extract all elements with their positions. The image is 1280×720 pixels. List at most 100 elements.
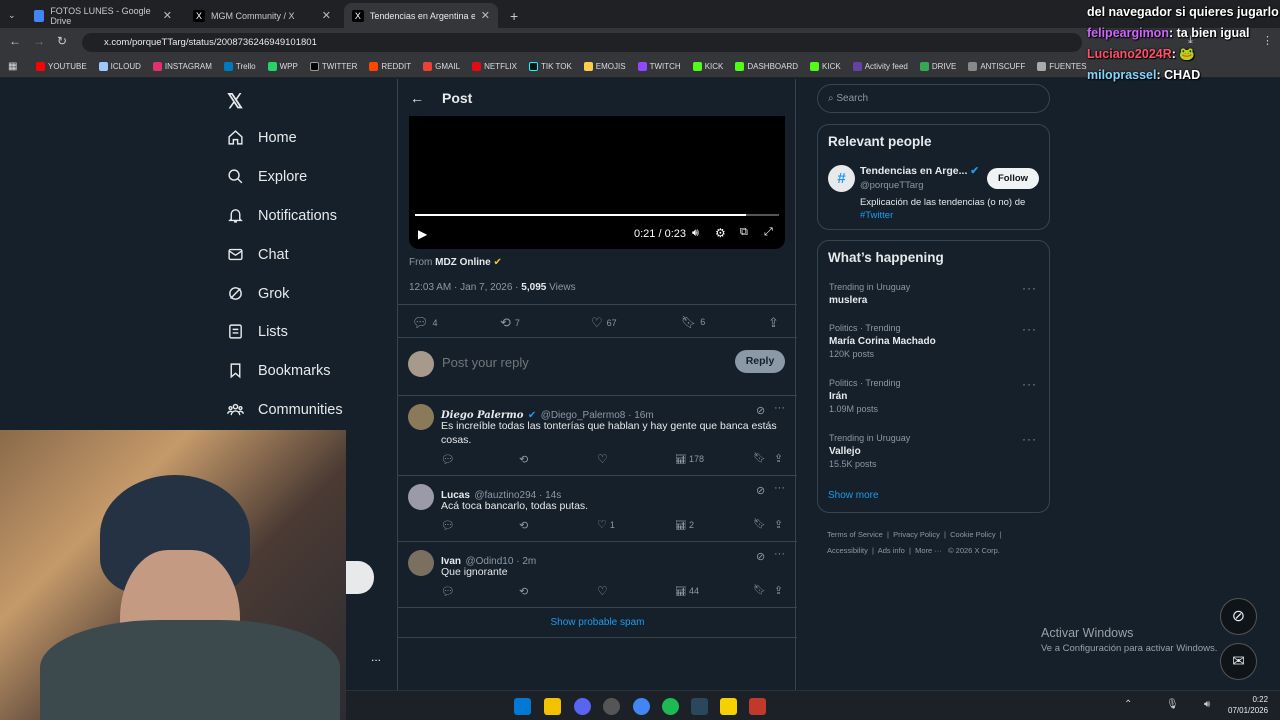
back-arrow-icon[interactable]: ← bbox=[410, 90, 424, 106]
trend-item[interactable]: Trending in Uruguay muslera bbox=[829, 281, 910, 307]
views-stat[interactable]: 📊︎ 178 bbox=[675, 454, 704, 465]
repost-icon[interactable]: ⟲ bbox=[519, 585, 528, 598]
sidebar-item-grok[interactable]: Grok bbox=[227, 285, 289, 302]
account-more-icon[interactable]: ... bbox=[371, 650, 381, 664]
more-icon[interactable]: ··· bbox=[774, 482, 785, 494]
chrome-icon[interactable] bbox=[633, 698, 650, 715]
views-stat[interactable]: 📊︎ 2 bbox=[675, 520, 694, 531]
reply-icon[interactable]: 💬︎ bbox=[441, 585, 455, 598]
bookmark-antiscuff[interactable]: ANTISCUFF bbox=[968, 62, 1025, 71]
trend-item[interactable]: Politics · Trending Irán 1.09M posts bbox=[829, 377, 901, 416]
hashtag-link[interactable]: #Twitter bbox=[860, 210, 893, 221]
search-input[interactable]: ⌕ Search bbox=[817, 84, 1050, 113]
sidebar-item-notifications[interactable]: Notifications bbox=[227, 207, 337, 224]
follow-button[interactable]: Follow bbox=[987, 168, 1039, 189]
start-icon[interactable] bbox=[514, 698, 531, 715]
more-icon[interactable]: ··· bbox=[1022, 281, 1037, 295]
grok-icon[interactable]: ⊘ bbox=[756, 404, 765, 417]
bookmark-reddit[interactable]: REDDIT bbox=[369, 62, 411, 71]
footer-link[interactable]: More ··· bbox=[915, 546, 942, 555]
reply-item[interactable]: Diego Palermo ✔ @Diego_Palermo8 · 16m ⊘ … bbox=[398, 395, 797, 475]
bookmark-icloud[interactable]: ICLOUD bbox=[98, 62, 141, 71]
tab-tendencias[interactable]: X Tendencias en Argentina en X:✕ bbox=[344, 3, 498, 28]
steam-icon[interactable] bbox=[691, 698, 708, 715]
reply-button[interactable]: Reply bbox=[735, 350, 785, 373]
reply-item[interactable]: Ivan @Odind10 · 2m ⊘ ··· Que ignorante 💬… bbox=[398, 541, 797, 607]
new-tab-button[interactable]: + bbox=[502, 3, 522, 28]
bookmark-twitter[interactable]: TWITTER bbox=[309, 62, 357, 71]
bookmark-tiktok[interactable]: TIK TOK bbox=[528, 62, 572, 71]
more-icon[interactable]: ··· bbox=[1022, 377, 1037, 391]
bookmark-fuentes[interactable]: FUENTES bbox=[1037, 62, 1087, 71]
grok-fab[interactable]: ⊘ bbox=[1220, 598, 1257, 635]
close-tab-icon[interactable]: ✕ bbox=[481, 9, 490, 22]
more-icon[interactable]: ··· bbox=[1022, 432, 1037, 446]
bookmark-icon[interactable]: 🔖︎ bbox=[753, 519, 766, 530]
close-tab-icon[interactable]: ✕ bbox=[322, 9, 331, 22]
sidebar-item-communities[interactable]: Communities bbox=[227, 401, 343, 418]
footer-link[interactable]: Cookie Policy bbox=[950, 530, 995, 539]
discord-icon[interactable] bbox=[574, 698, 591, 715]
volume-icon[interactable]: 🔊︎ bbox=[1204, 699, 1210, 710]
share-icon[interactable]: ⇪ bbox=[774, 584, 783, 597]
footer-link[interactable]: Ads info bbox=[878, 546, 905, 555]
share-icon[interactable]: ⇪ bbox=[774, 518, 783, 531]
repost-action[interactable]: ⟲ 7 bbox=[500, 315, 520, 331]
more-icon[interactable]: ··· bbox=[774, 402, 785, 414]
bookmark-trello[interactable]: Trello bbox=[223, 62, 256, 71]
grok-icon[interactable]: ⊘ bbox=[756, 484, 765, 497]
bookmark-instagram[interactable]: INSTAGRAM bbox=[152, 62, 212, 71]
forward-icon[interactable]: → bbox=[33, 34, 45, 48]
share-action[interactable]: ⇪ bbox=[768, 315, 779, 331]
reply-input[interactable]: Post your reply bbox=[442, 355, 529, 370]
profile-name[interactable]: Tendencias en Arge... ✔ bbox=[860, 165, 979, 177]
heart-icon[interactable]: ♡ bbox=[597, 584, 608, 598]
fullscreen-icon[interactable]: ⤢ bbox=[764, 226, 773, 239]
repost-icon[interactable]: ⟲ bbox=[519, 453, 528, 466]
play-icon[interactable]: ▶ bbox=[418, 227, 427, 241]
share-icon[interactable]: ⇪ bbox=[774, 452, 783, 465]
like-action[interactable]: ♡ 67 bbox=[591, 315, 617, 331]
more-icon[interactable]: ··· bbox=[774, 548, 785, 560]
like-stat[interactable]: ♡ 1 bbox=[597, 518, 615, 531]
views-stat[interactable]: 📊︎ 44 bbox=[675, 586, 699, 597]
sidebar-item-bookmarks[interactable]: Bookmarks bbox=[227, 362, 331, 379]
bookmark-kick-2[interactable]: KICK bbox=[810, 62, 841, 71]
messages-fab[interactable]: ✉ bbox=[1220, 643, 1257, 680]
reply-item[interactable]: Lucas @fauztino294 · 14s ⊘ ··· Acá toca … bbox=[398, 475, 797, 541]
reply-action[interactable]: 💬︎ 4 bbox=[412, 315, 438, 331]
back-icon[interactable]: ← bbox=[9, 34, 21, 48]
x-logo-icon[interactable]: 𝕏 bbox=[227, 89, 243, 114]
notes-icon[interactable] bbox=[720, 698, 737, 715]
trend-item[interactable]: Trending in Uruguay Vallejo 15.5K posts bbox=[829, 432, 910, 471]
heart-icon[interactable]: ♡ bbox=[597, 452, 608, 466]
settings-icon[interactable]: ⚙ bbox=[715, 226, 726, 240]
more-icon[interactable]: ··· bbox=[1022, 322, 1037, 336]
show-spam-link[interactable]: Show probable spam bbox=[398, 607, 797, 638]
tab-google-drive[interactable]: FOTOS LUNES - Google Drive ✕ bbox=[26, 3, 180, 28]
trend-item[interactable]: Politics · Trending María Corina Machado 1… bbox=[829, 322, 936, 361]
video-player[interactable]: ▶ 0:21 / 0:23 🔊︎ ⚙ ⧉ ⤢ bbox=[409, 116, 785, 249]
reply-icon[interactable]: 💬︎ bbox=[441, 453, 455, 466]
bookmark-icon[interactable]: 🔖︎ bbox=[753, 453, 766, 464]
footer-link[interactable]: Privacy Policy bbox=[893, 530, 940, 539]
tray-chevron-icon[interactable]: ⌃ bbox=[1124, 699, 1132, 710]
pip-icon[interactable]: ⧉ bbox=[740, 226, 748, 239]
bookmark-youtube[interactable]: YOUTUBE bbox=[36, 62, 87, 71]
bookmark-dashboard[interactable]: DASHBOARD bbox=[735, 62, 798, 71]
sidebar-item-home[interactable]: Home bbox=[227, 129, 297, 146]
bookmark-netflix[interactable]: NETFLIX bbox=[472, 62, 517, 71]
tab-list-button[interactable]: ⌄ bbox=[4, 3, 22, 28]
bookmark-gmail[interactable]: GMAIL bbox=[423, 62, 460, 71]
tab-mgm-community[interactable]: X MGM Community / X ✕ bbox=[185, 3, 339, 28]
close-tab-icon[interactable]: ✕ bbox=[163, 9, 172, 22]
spotify-icon[interactable] bbox=[662, 698, 679, 715]
bookmark-drive[interactable]: DRIVE bbox=[919, 62, 956, 71]
footer-link[interactable]: Accessibility bbox=[827, 546, 868, 555]
file-explorer-icon[interactable] bbox=[544, 698, 561, 715]
footer-link[interactable]: Terms of Service bbox=[827, 530, 883, 539]
sidebar-item-lists[interactable]: Lists bbox=[227, 323, 288, 340]
bookmark-kick[interactable]: KICK bbox=[692, 62, 723, 71]
repost-icon[interactable]: ⟲ bbox=[519, 519, 528, 532]
bookmark-action[interactable]: 🔖︎ 6 bbox=[681, 315, 705, 329]
